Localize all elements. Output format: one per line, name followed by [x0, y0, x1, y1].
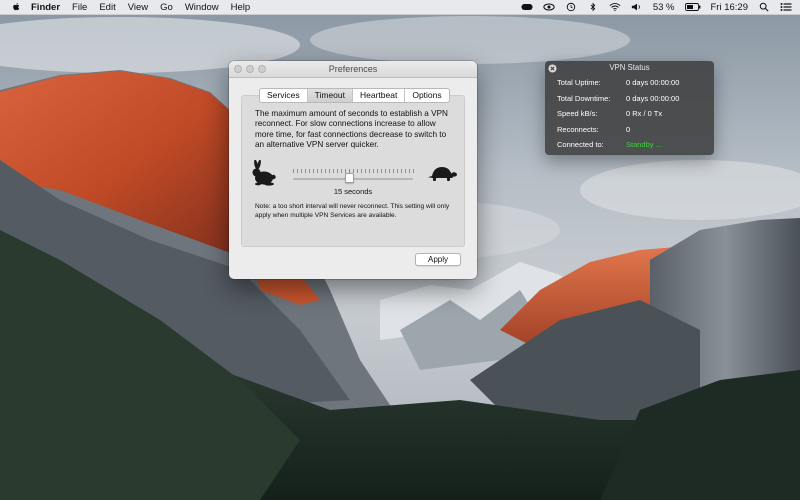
- menubar-status-area: 53 % Fri 16:29: [511, 0, 792, 14]
- slider-tick: [313, 169, 314, 173]
- volume-icon[interactable]: [631, 2, 643, 12]
- vpn-status-title: VPN Status: [609, 63, 650, 72]
- slider-tick: [361, 169, 362, 173]
- status-label: Speed kB/s:: [557, 109, 598, 118]
- status-label: Total Downtime:: [557, 94, 611, 103]
- menu-bar: Finder File Edit View Go Window Help 53 …: [0, 0, 800, 15]
- status-row-connected: Connected to: Standby ...: [557, 140, 707, 150]
- app-name-menu[interactable]: Finder: [31, 2, 60, 13]
- tab-services[interactable]: Services: [260, 89, 308, 102]
- close-window-button[interactable]: [234, 65, 242, 73]
- slider-tick: [401, 169, 402, 173]
- slider-tick: [365, 169, 366, 173]
- menubar-clock[interactable]: Fri 16:29: [711, 2, 749, 13]
- slider-tick: [341, 169, 342, 173]
- slider-tick: [357, 169, 358, 173]
- slider-tick: [321, 169, 322, 173]
- apple-menu-icon[interactable]: [12, 2, 21, 12]
- status-row-downtime: Total Downtime: 0 days 00:00:00: [557, 94, 707, 104]
- menu-window[interactable]: Window: [185, 2, 219, 13]
- slider-tick: [405, 169, 406, 173]
- menu-file[interactable]: File: [72, 2, 87, 13]
- time-machine-icon[interactable]: [565, 2, 577, 12]
- slider-tick: [325, 169, 326, 173]
- status-row-uptime: Total Uptime: 0 days 00:00:00: [557, 78, 707, 88]
- status-label: Connected to:: [557, 140, 604, 149]
- timeout-note: Note: a too short interval will never re…: [255, 203, 450, 219]
- timeout-description: The maximum amount of seconds to establi…: [255, 109, 448, 149]
- timeout-slider-knob[interactable]: [344, 173, 354, 183]
- notification-center-icon[interactable]: [780, 2, 792, 12]
- preferences-titlebar[interactable]: Preferences: [229, 61, 477, 78]
- slider-tick: [309, 169, 310, 173]
- slider-tick: [293, 169, 294, 173]
- tab-heartbeat[interactable]: Heartbeat: [353, 89, 406, 102]
- slider-tick: [389, 169, 390, 173]
- slider-tick: [301, 169, 302, 173]
- slider-tick: [385, 169, 386, 173]
- vpn-status-panel: VPN Status Total Uptime: 0 days 00:00:00…: [545, 61, 714, 155]
- wifi-icon[interactable]: [609, 2, 621, 12]
- slider-tick: [377, 169, 378, 173]
- status-value: 0 Rx / 0 Tx: [626, 109, 663, 118]
- eye-icon[interactable]: [543, 2, 555, 12]
- slider-tick: [369, 169, 370, 173]
- preferences-tab-bar: Services Timeout Heartbeat Options: [259, 88, 450, 103]
- slider-tick: [337, 169, 338, 173]
- bluetooth-icon[interactable]: [587, 2, 599, 12]
- menu-help[interactable]: Help: [231, 2, 251, 13]
- menu-edit[interactable]: Edit: [99, 2, 115, 13]
- status-row-reconnects: Reconnects: 0: [557, 125, 707, 135]
- slider-tick: [393, 169, 394, 173]
- slider-tick: [297, 169, 298, 173]
- slider-tick: [329, 169, 330, 173]
- timeout-slider-value: 15 seconds: [333, 187, 373, 196]
- battery-percent: 53 %: [652, 1, 675, 13]
- turtle-icon: [428, 167, 457, 181]
- status-label: Total Uptime:: [557, 78, 601, 87]
- preferences-window: Preferences Services Timeout Heartbeat O…: [229, 61, 477, 279]
- menu-view[interactable]: View: [128, 2, 148, 13]
- status-value: 0 days 00:00:00: [626, 78, 680, 87]
- menu-go[interactable]: Go: [160, 2, 173, 13]
- slider-tick: [409, 169, 410, 173]
- minimize-window-button[interactable]: [246, 65, 254, 73]
- slider-tick: [305, 169, 306, 173]
- preferences-title: Preferences: [328, 64, 378, 74]
- tab-options[interactable]: Options: [405, 89, 448, 102]
- status-value: 0: [626, 125, 631, 134]
- battery-icon[interactable]: [684, 2, 701, 12]
- slider-tick: [381, 169, 382, 173]
- rabbit-icon: [252, 160, 276, 186]
- vpn-status-icon[interactable]: [521, 2, 533, 12]
- slider-tick: [333, 169, 334, 173]
- apply-button[interactable]: Apply: [415, 253, 461, 266]
- status-value: 0 days 00:00:00: [626, 94, 680, 103]
- slider-tick: [373, 169, 374, 173]
- tab-timeout[interactable]: Timeout: [307, 89, 353, 102]
- slider-tick: [397, 169, 398, 173]
- slider-tick: [413, 169, 414, 173]
- status-label: Reconnects:: [557, 125, 599, 134]
- zoom-window-button[interactable]: [258, 65, 266, 73]
- status-value-standby: Standby ...: [626, 140, 662, 149]
- status-row-speed: Speed kB/s: 0 Rx / 0 Tx: [557, 109, 707, 119]
- search-icon[interactable]: [758, 2, 770, 12]
- slider-tick: [317, 169, 318, 173]
